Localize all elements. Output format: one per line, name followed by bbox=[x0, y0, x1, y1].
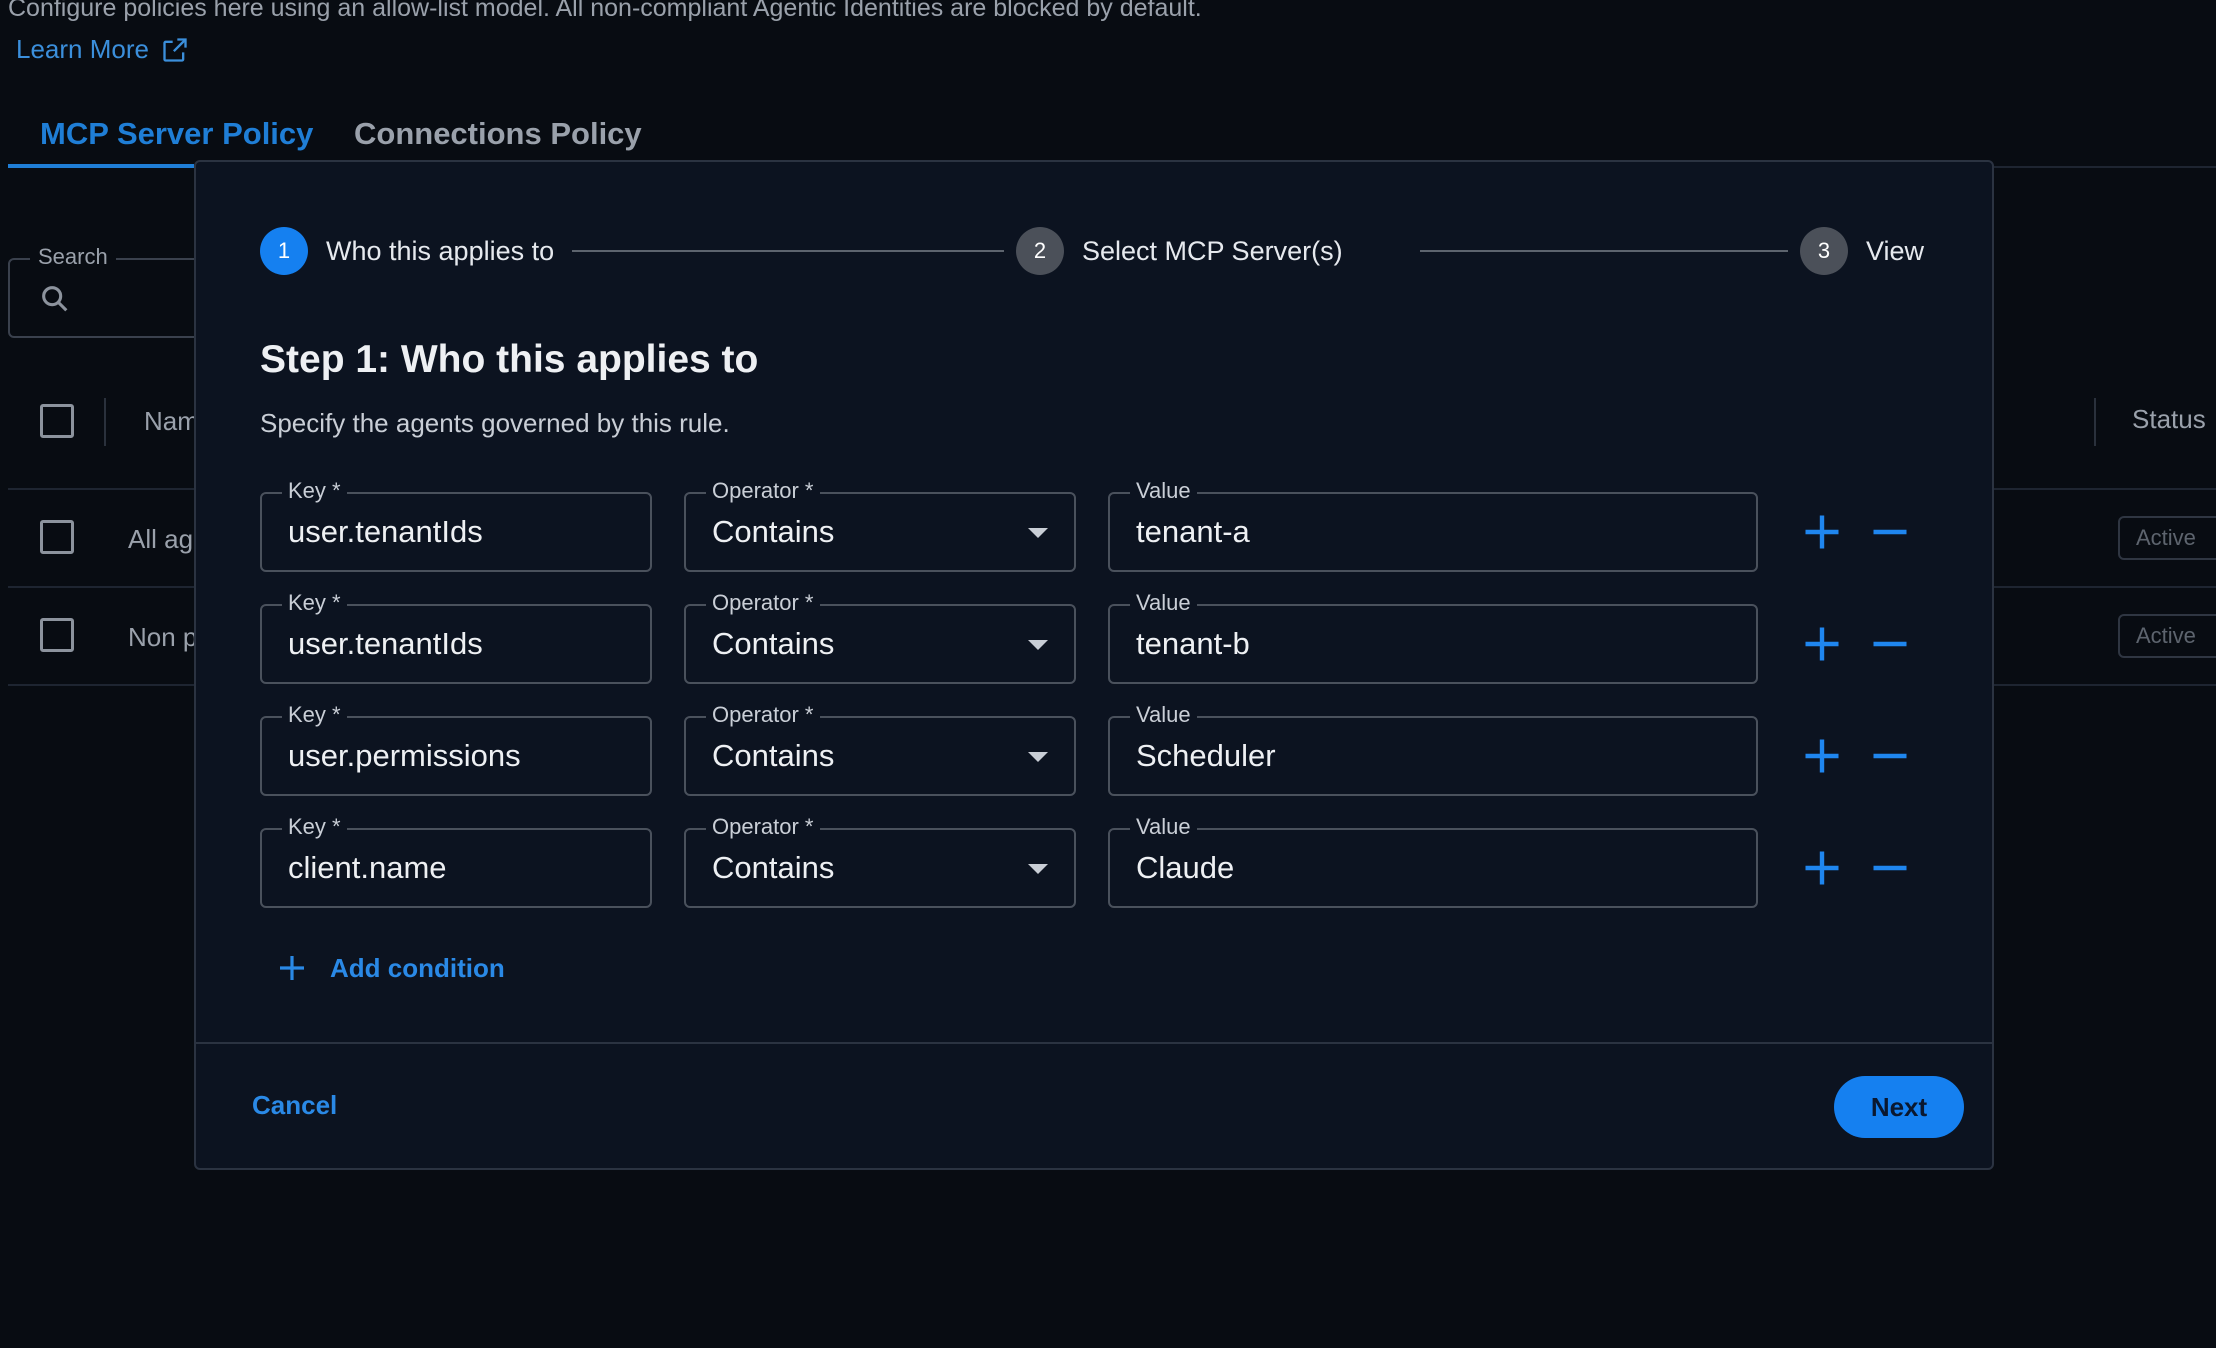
value-field-label: Value bbox=[1130, 814, 1197, 840]
row-checkbox[interactable] bbox=[40, 520, 74, 554]
step-1-number: 1 bbox=[260, 227, 308, 275]
operator-select[interactable]: Operator * Contains bbox=[684, 702, 1076, 796]
row-name: Non p bbox=[128, 622, 198, 652]
key-field-label: Key * bbox=[282, 702, 347, 728]
value-field-value: Scheduler bbox=[1136, 738, 1276, 773]
value-field[interactable]: Value tenant-a bbox=[1108, 478, 1758, 572]
remove-row-minus-icon[interactable] bbox=[1868, 622, 1912, 666]
policy-page: Configure policies here using an allow-l… bbox=[0, 0, 2216, 1348]
search-icon bbox=[42, 286, 68, 312]
add-row-plus-icon[interactable] bbox=[1800, 622, 1844, 666]
intro-text: Configure policies here using an allow-l… bbox=[8, 0, 1202, 22]
operator-select[interactable]: Operator * Contains bbox=[684, 590, 1076, 684]
condition-row: Key * user.tenantIds Operator * Contains… bbox=[260, 478, 1912, 572]
dialog-title: Step 1: Who this applies to bbox=[260, 338, 759, 381]
caret-down-icon bbox=[1028, 528, 1048, 538]
column-header-status: Status bbox=[2132, 404, 2206, 434]
active-tab-indicator bbox=[8, 164, 194, 168]
caret-down-icon bbox=[1028, 752, 1048, 762]
operator-select-value: Contains bbox=[712, 738, 835, 773]
step-connector bbox=[1420, 250, 1788, 252]
value-field-value: tenant-b bbox=[1136, 626, 1250, 661]
step-1: 1 Who this applies to bbox=[260, 226, 554, 276]
key-field[interactable]: Key * user.permissions bbox=[260, 702, 652, 796]
step-3: 3 View bbox=[1800, 226, 1924, 276]
table-row[interactable]: Non p bbox=[8, 588, 208, 686]
value-field-value: tenant-a bbox=[1136, 514, 1250, 549]
value-field[interactable]: Value tenant-b bbox=[1108, 590, 1758, 684]
step-2: 2 Select MCP Server(s) bbox=[1016, 226, 1343, 276]
column-divider bbox=[2094, 398, 2096, 446]
add-row-plus-icon[interactable] bbox=[1800, 510, 1844, 554]
add-condition-label: Add condition bbox=[330, 952, 505, 983]
caret-down-icon bbox=[1028, 864, 1048, 874]
condition-row: Key * user.permissions Operator * Contai… bbox=[260, 702, 1912, 796]
column-header-name: Nam bbox=[144, 406, 199, 436]
next-button[interactable]: Next bbox=[1834, 1076, 1964, 1138]
remove-row-minus-icon[interactable] bbox=[1868, 846, 1912, 890]
key-field-label: Key * bbox=[282, 814, 347, 840]
tab-connections-policy-label: Connections Policy bbox=[354, 116, 642, 151]
dialog-subtitle: Specify the agents governed by this rule… bbox=[260, 408, 730, 438]
operator-select-label: Operator * bbox=[706, 814, 820, 840]
value-field-label: Value bbox=[1130, 590, 1197, 616]
tab-connections-policy[interactable]: Connections Policy bbox=[354, 100, 642, 168]
operator-select-label: Operator * bbox=[706, 478, 820, 504]
step-3-label: View bbox=[1866, 235, 1925, 266]
add-row-plus-icon[interactable] bbox=[1800, 734, 1844, 778]
learn-more-link[interactable]: Learn More bbox=[16, 34, 189, 65]
plus-icon bbox=[280, 956, 304, 980]
value-field-label: Value bbox=[1130, 478, 1197, 504]
operator-select-label: Operator * bbox=[706, 590, 820, 616]
remove-row-minus-icon[interactable] bbox=[1868, 734, 1912, 778]
footer-divider bbox=[196, 1042, 1992, 1044]
operator-select[interactable]: Operator * Contains bbox=[684, 478, 1076, 572]
create-policy-dialog: 1 Who this applies to 2 Select MCP Serve… bbox=[194, 160, 1994, 1170]
search-label: Search bbox=[30, 244, 116, 270]
step-1-label: Who this applies to bbox=[326, 235, 555, 266]
key-field-value: user.tenantIds bbox=[288, 514, 483, 549]
key-field-value: user.permissions bbox=[288, 738, 521, 773]
learn-more-label: Learn More bbox=[16, 34, 149, 64]
step-connector bbox=[572, 250, 1004, 252]
external-link-icon bbox=[163, 37, 187, 62]
key-field-value: user.tenantIds bbox=[288, 626, 483, 661]
key-field[interactable]: Key * user.tenantIds bbox=[260, 478, 652, 572]
value-field[interactable]: Value Claude bbox=[1108, 814, 1758, 908]
status-badge: Active bbox=[2118, 516, 2216, 560]
add-row-plus-icon[interactable] bbox=[1800, 846, 1844, 890]
key-field[interactable]: Key * user.tenantIds bbox=[260, 590, 652, 684]
value-field[interactable]: Value Scheduler bbox=[1108, 702, 1758, 796]
operator-select[interactable]: Operator * Contains bbox=[684, 814, 1076, 908]
operator-select-value: Contains bbox=[712, 626, 835, 661]
condition-row: Key * user.tenantIds Operator * Contains… bbox=[260, 590, 1912, 684]
operator-select-value: Contains bbox=[712, 514, 835, 549]
step-3-number: 3 bbox=[1800, 227, 1848, 275]
add-condition-button[interactable]: Add condition bbox=[276, 946, 505, 990]
cancel-button[interactable]: Cancel bbox=[252, 1090, 337, 1121]
tab-mcp-server-policy[interactable]: MCP Server Policy bbox=[40, 100, 313, 168]
table-row[interactable]: All ag bbox=[8, 490, 208, 588]
condition-row: Key * client.name Operator * Contains Va… bbox=[260, 814, 1912, 908]
column-divider bbox=[104, 398, 106, 446]
step-2-number: 2 bbox=[1016, 227, 1064, 275]
value-field-label: Value bbox=[1130, 702, 1197, 728]
step-2-label: Select MCP Server(s) bbox=[1082, 235, 1343, 266]
row-name: All ag bbox=[128, 524, 194, 554]
operator-select-label: Operator * bbox=[706, 702, 820, 728]
stepper: 1 Who this applies to 2 Select MCP Serve… bbox=[260, 226, 1932, 276]
operator-select-value: Contains bbox=[712, 850, 835, 885]
tab-mcp-server-policy-label: MCP Server Policy bbox=[40, 116, 314, 151]
policy-tabs: MCP Server Policy Connections Policy bbox=[8, 100, 2216, 168]
key-field-value: client.name bbox=[288, 850, 447, 885]
row-checkbox[interactable] bbox=[40, 618, 74, 652]
key-field-label: Key * bbox=[282, 478, 347, 504]
key-field-label: Key * bbox=[282, 590, 347, 616]
key-field[interactable]: Key * client.name bbox=[260, 814, 652, 908]
caret-down-icon bbox=[1028, 640, 1048, 650]
status-badge: Active bbox=[2118, 614, 2216, 658]
value-field-value: Claude bbox=[1136, 850, 1235, 885]
remove-row-minus-icon[interactable] bbox=[1868, 510, 1912, 554]
select-all-checkbox[interactable] bbox=[40, 404, 74, 438]
